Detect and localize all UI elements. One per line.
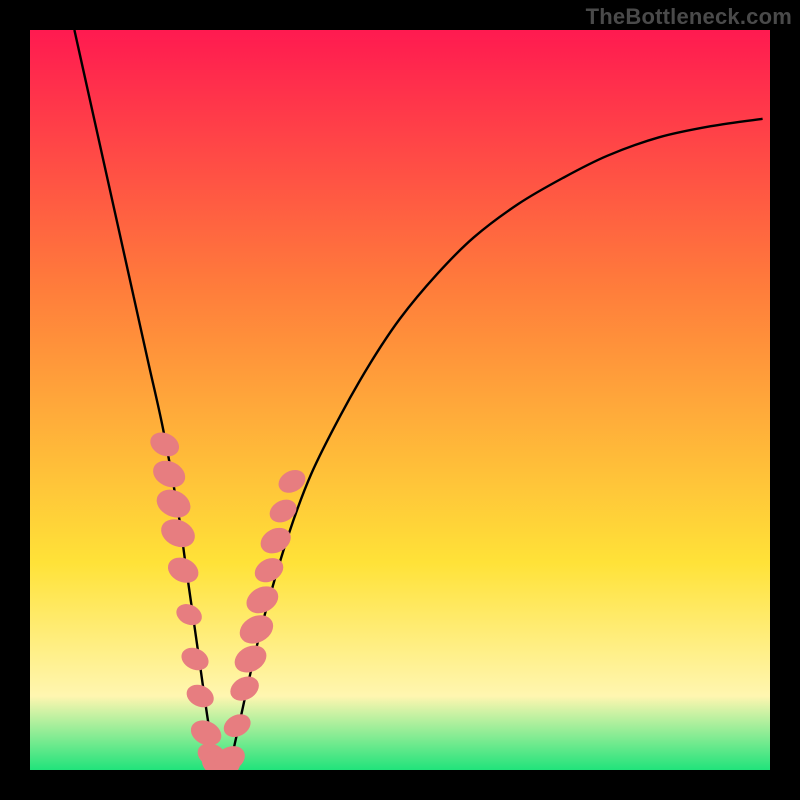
bead-marker xyxy=(230,640,271,678)
bead-marker xyxy=(183,681,218,712)
bead-marker xyxy=(164,553,203,588)
bead-marker xyxy=(173,600,205,629)
outer-frame: TheBottleneck.com xyxy=(0,0,800,800)
bead-marker xyxy=(235,610,278,650)
bead-marker xyxy=(157,514,200,553)
bead-marker xyxy=(146,428,183,461)
bead-marker xyxy=(152,484,195,523)
bead-marker xyxy=(226,672,263,706)
bead-marker xyxy=(242,581,283,619)
plot-area xyxy=(30,30,770,770)
bead-marker xyxy=(220,710,255,742)
bead-marker xyxy=(266,495,301,527)
bead-marker xyxy=(149,456,190,493)
bead-marker xyxy=(178,644,213,675)
curve-beads xyxy=(30,30,770,770)
bead-marker xyxy=(251,553,288,587)
bead-marker xyxy=(275,466,310,498)
bead-marker xyxy=(256,523,295,559)
watermark-text: TheBottleneck.com xyxy=(586,4,792,30)
